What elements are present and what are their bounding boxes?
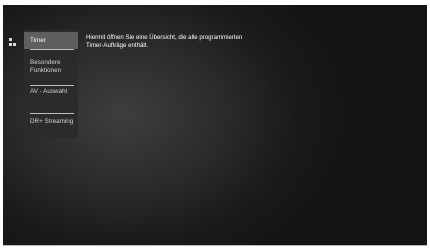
menu-item-dr-streaming[interactable]: DR+ Streaming xyxy=(24,118,78,140)
menu-item-label: Besondere Funktionen xyxy=(30,59,62,74)
menu-item-label: DR+ Streaming xyxy=(30,118,74,125)
menu-item-label: AV - Auswahl xyxy=(30,88,67,95)
menu-divider xyxy=(30,85,74,86)
help-text-line: Hiermit öffnen Sie eine Übersicht, die a… xyxy=(86,34,243,41)
menu-item-timer[interactable]: Timer xyxy=(24,32,78,49)
menu-item-av-auswahl[interactable]: AV - Auswahl xyxy=(24,88,78,100)
grid-dots-icon xyxy=(9,38,19,46)
help-text: Hiermit öffnen Sie eine Übersicht, die a… xyxy=(86,34,306,49)
menu-item-label: Timer xyxy=(30,37,46,44)
menu-divider xyxy=(30,49,74,50)
menu-divider xyxy=(30,113,74,114)
menu-item-besondere-funktionen[interactable]: Besondere Funktionen xyxy=(24,59,78,83)
help-text-line: Timer-Aufträge enthält. xyxy=(86,41,149,49)
screen-bottom-edge xyxy=(3,245,427,246)
tv-frame: Timer Besondere Funktionen AV - Auswahl … xyxy=(0,0,430,252)
side-menu: Timer Besondere Funktionen AV - Auswahl … xyxy=(24,30,78,138)
tv-screen: Timer Besondere Funktionen AV - Auswahl … xyxy=(3,5,427,245)
